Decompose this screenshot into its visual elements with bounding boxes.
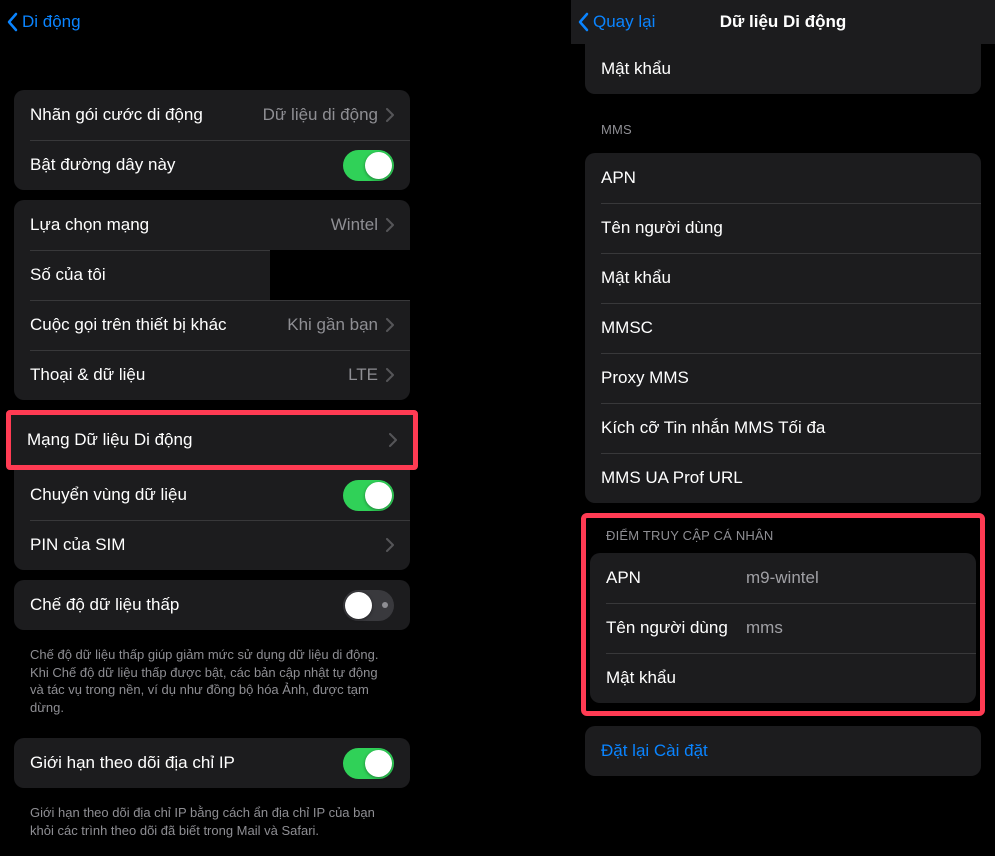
row-mms-user[interactable]: Tên người dùng <box>585 203 981 253</box>
back-button[interactable]: Quay lại <box>577 12 655 32</box>
row-mms-pass[interactable]: Mật khẩu <box>585 253 981 303</box>
network-sel-label: Lựa chọn mạng <box>30 215 331 235</box>
row-line-toggle: Bật đường dây này <box>14 140 410 190</box>
line-toggle[interactable] <box>343 150 394 181</box>
mms-proxy-label: Proxy MMS <box>601 368 965 388</box>
row-limit-ip: Giới hạn theo dõi địa chỉ IP <box>14 738 410 788</box>
chevron-right-icon <box>386 538 394 552</box>
phone-left: Di động Nhãn gói cước di động Dữ liệu di… <box>0 0 424 856</box>
chevron-right-icon <box>386 318 394 332</box>
highlight-mobile-data-network: Mạng Dữ liệu Di động <box>6 410 418 470</box>
limit-ip-label: Giới hạn theo dõi địa chỉ IP <box>30 753 343 773</box>
row-calls-other-devices[interactable]: Cuộc gọi trên thiết bị khác Khi gần bạn <box>14 300 410 350</box>
row-network-selection[interactable]: Lựa chọn mạng Wintel <box>14 200 410 250</box>
plan-value: Dữ liệu di động <box>263 105 378 125</box>
hotspot-user-label: Tên người dùng <box>606 618 746 638</box>
roaming-label: Chuyển vùng dữ liệu <box>30 485 343 505</box>
mms-user-label: Tên người dùng <box>601 218 965 238</box>
calls-other-value: Khi gần bạn <box>287 315 378 335</box>
limit-ip-toggle[interactable] <box>343 748 394 779</box>
mms-uaprof-label: MMS UA Prof URL <box>601 468 965 488</box>
row-my-number[interactable]: Số của tôi <box>14 250 410 300</box>
section-hotspot: ĐIỂM TRUY CẬP CÁ NHÂN <box>586 518 980 549</box>
password-top-label: Mật khẩu <box>601 59 965 79</box>
chevron-left-icon <box>577 12 589 32</box>
plan-label: Nhãn gói cước di động <box>30 105 263 125</box>
row-mms-uaprof[interactable]: MMS UA Prof URL <box>585 453 981 503</box>
row-voice-data[interactable]: Thoại & dữ liệu LTE <box>14 350 410 400</box>
mms-pass-label: Mật khẩu <box>601 268 965 288</box>
group-limit-ip: Giới hạn theo dõi địa chỉ IP <box>14 738 410 788</box>
mms-maxsize-label: Kích cỡ Tin nhắn MMS Tối đa <box>601 418 965 438</box>
hotspot-apn-label: APN <box>606 568 746 588</box>
row-hotspot-user[interactable]: Tên người dùng mms <box>590 603 976 653</box>
sim-pin-label: PIN của SIM <box>30 535 386 555</box>
mmsc-label: MMSC <box>601 318 965 338</box>
reset-link: Đặt lại Cài đặt <box>601 741 708 761</box>
row-hotspot-apn[interactable]: APN m9-wintel <box>590 553 976 603</box>
chevron-left-icon <box>6 12 18 32</box>
row-reset-settings[interactable]: Đặt lại Cài đặt <box>585 726 981 776</box>
group-network: Lựa chọn mạng Wintel Số của tôi Cuộc gọi… <box>14 200 410 400</box>
group-network-cont: Chuyển vùng dữ liệu PIN của SIM <box>14 470 410 570</box>
section-mms: MMS <box>571 104 995 143</box>
group-top-fragment: Mật khẩu <box>585 44 981 94</box>
back-button[interactable]: Di động <box>6 12 81 32</box>
row-password-top[interactable]: Mật khẩu <box>585 44 981 94</box>
header-left: Di động <box>0 0 424 44</box>
page-title: Dữ liệu Di động <box>720 12 847 32</box>
mobile-data-net-label: Mạng Dữ liệu Di động <box>27 430 389 450</box>
roaming-toggle[interactable] <box>343 480 394 511</box>
group-plan: Nhãn gói cước di động Dữ liệu di động Bậ… <box>14 90 410 190</box>
group-low-data: Chế độ dữ liệu thấp <box>14 580 410 630</box>
network-sel-value: Wintel <box>331 215 378 235</box>
chevron-right-icon <box>386 368 394 382</box>
hotspot-pass-label: Mật khẩu <box>606 668 746 688</box>
hotspot-user-value: mms <box>746 618 960 638</box>
header-right: Quay lại Dữ liệu Di động <box>571 0 995 44</box>
mms-apn-label: APN <box>601 168 965 188</box>
row-hotspot-pass[interactable]: Mật khẩu <box>590 653 976 703</box>
low-data-toggle[interactable] <box>343 590 394 621</box>
voice-data-label: Thoại & dữ liệu <box>30 365 348 385</box>
calls-other-label: Cuộc gọi trên thiết bị khác <box>30 315 287 335</box>
row-mmsc[interactable]: MMSC <box>585 303 981 353</box>
row-mobile-data-network[interactable]: Mạng Dữ liệu Di động <box>11 415 413 465</box>
limit-ip-description: Giới hạn theo dõi địa chỉ IP bằng cách ẩ… <box>0 798 424 851</box>
back-label: Quay lại <box>593 12 655 32</box>
group-mms: APN Tên người dùng Mật khẩu MMSC Proxy M… <box>585 153 981 503</box>
row-mms-maxsize[interactable]: Kích cỡ Tin nhắn MMS Tối đa <box>585 403 981 453</box>
back-label: Di động <box>22 12 81 32</box>
row-mms-proxy[interactable]: Proxy MMS <box>585 353 981 403</box>
row-roaming: Chuyển vùng dữ liệu <box>14 470 410 520</box>
row-sim-pin[interactable]: PIN của SIM <box>14 520 410 570</box>
low-data-label: Chế độ dữ liệu thấp <box>30 595 343 615</box>
chevron-right-icon <box>386 108 394 122</box>
highlight-hotspot: ĐIỂM TRUY CẬP CÁ NHÂN APN m9-wintel Tên … <box>581 513 985 716</box>
row-low-data: Chế độ dữ liệu thấp <box>14 580 410 630</box>
group-reset: Đặt lại Cài đặt <box>585 726 981 776</box>
chevron-right-icon <box>389 433 397 447</box>
phone-right: Quay lại Dữ liệu Di động Mật khẩu MMS AP… <box>571 0 995 856</box>
row-mms-apn[interactable]: APN <box>585 153 981 203</box>
chevron-right-icon <box>386 218 394 232</box>
group-hotspot: APN m9-wintel Tên người dùng mms Mật khẩ… <box>590 553 976 703</box>
line-toggle-label: Bật đường dây này <box>30 155 343 175</box>
voice-data-value: LTE <box>348 365 378 385</box>
hotspot-apn-value: m9-wintel <box>746 568 960 588</box>
row-plan-label[interactable]: Nhãn gói cước di động Dữ liệu di động <box>14 90 410 140</box>
low-data-description: Chế độ dữ liệu thấp giúp giảm mức sử dụn… <box>0 640 424 728</box>
redacted-number <box>270 250 410 300</box>
